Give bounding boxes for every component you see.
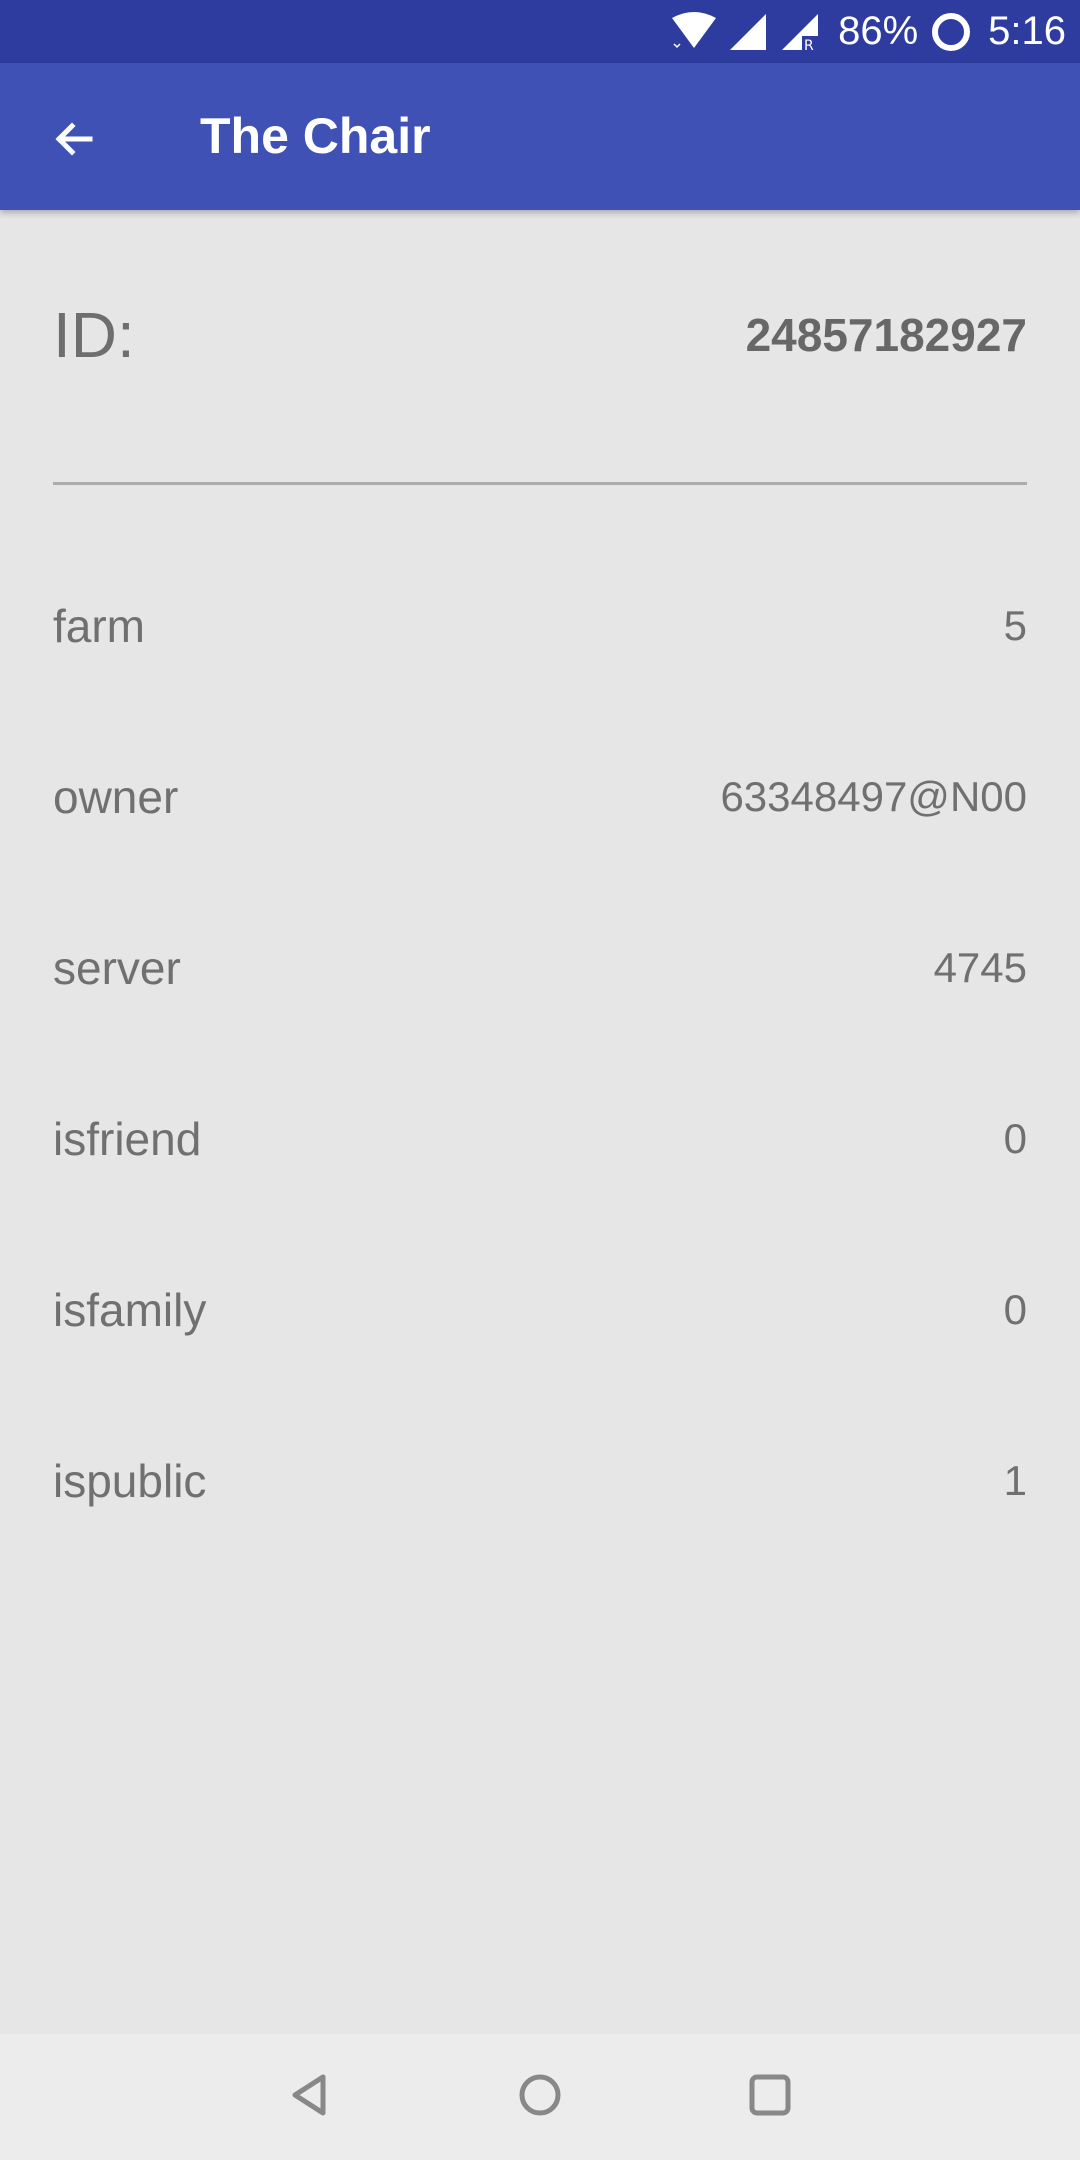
detail-row-farm: farm 5 bbox=[53, 586, 1027, 666]
status-icons: R 86% 5:16 bbox=[670, 0, 1066, 63]
clock: 5:16 bbox=[988, 9, 1066, 53]
detail-value: 4745 bbox=[933, 944, 1027, 991]
signal-icon bbox=[728, 12, 768, 52]
detail-value: 63348497@N00 bbox=[720, 773, 1027, 820]
detail-key: ispublic bbox=[53, 1455, 207, 1507]
roaming-signal-icon: R bbox=[780, 12, 820, 52]
navigation-bar bbox=[0, 2034, 1080, 2160]
detail-value: 1 bbox=[1003, 1457, 1027, 1504]
detail-key: farm bbox=[53, 600, 145, 652]
detail-row-owner: owner 63348497@N00 bbox=[53, 757, 1027, 837]
page-title: The Chair bbox=[200, 108, 431, 164]
wifi-icon bbox=[670, 11, 718, 52]
detail-key: server bbox=[53, 942, 181, 994]
home-circle-icon bbox=[517, 2072, 563, 2123]
detail-key: isfriend bbox=[53, 1113, 202, 1165]
detail-row-server: server 4745 bbox=[53, 928, 1027, 1008]
recents-square-icon bbox=[747, 2072, 793, 2123]
detail-key: isfamily bbox=[53, 1284, 207, 1336]
id-row: ID: 24857182927 bbox=[53, 290, 1027, 380]
nav-home-button[interactable] bbox=[505, 2062, 575, 2132]
detail-value: 5 bbox=[1003, 602, 1027, 649]
detail-value: 0 bbox=[1003, 1286, 1027, 1333]
nav-recents-button[interactable] bbox=[735, 2062, 805, 2132]
status-bar: R 86% 5:16 bbox=[0, 0, 1080, 63]
divider bbox=[53, 482, 1027, 485]
arrow-back-icon bbox=[50, 115, 98, 168]
detail-key: owner bbox=[53, 771, 179, 823]
detail-row-isfriend: isfriend 0 bbox=[53, 1099, 1027, 1179]
detail-row-isfamily: isfamily 0 bbox=[53, 1270, 1027, 1350]
detail-row-ispublic: ispublic 1 bbox=[53, 1441, 1027, 1521]
back-triangle-icon bbox=[287, 2072, 333, 2123]
battery-percent: 86% bbox=[838, 9, 919, 53]
app-bar: The Chair bbox=[0, 63, 1080, 210]
svg-text:R: R bbox=[804, 38, 814, 52]
battery-icon bbox=[930, 11, 972, 53]
nav-back-button[interactable] bbox=[275, 2062, 345, 2132]
back-button[interactable] bbox=[36, 103, 112, 179]
id-label: ID: bbox=[53, 299, 135, 371]
detail-value: 0 bbox=[1003, 1115, 1027, 1162]
id-value: 24857182927 bbox=[745, 309, 1027, 361]
